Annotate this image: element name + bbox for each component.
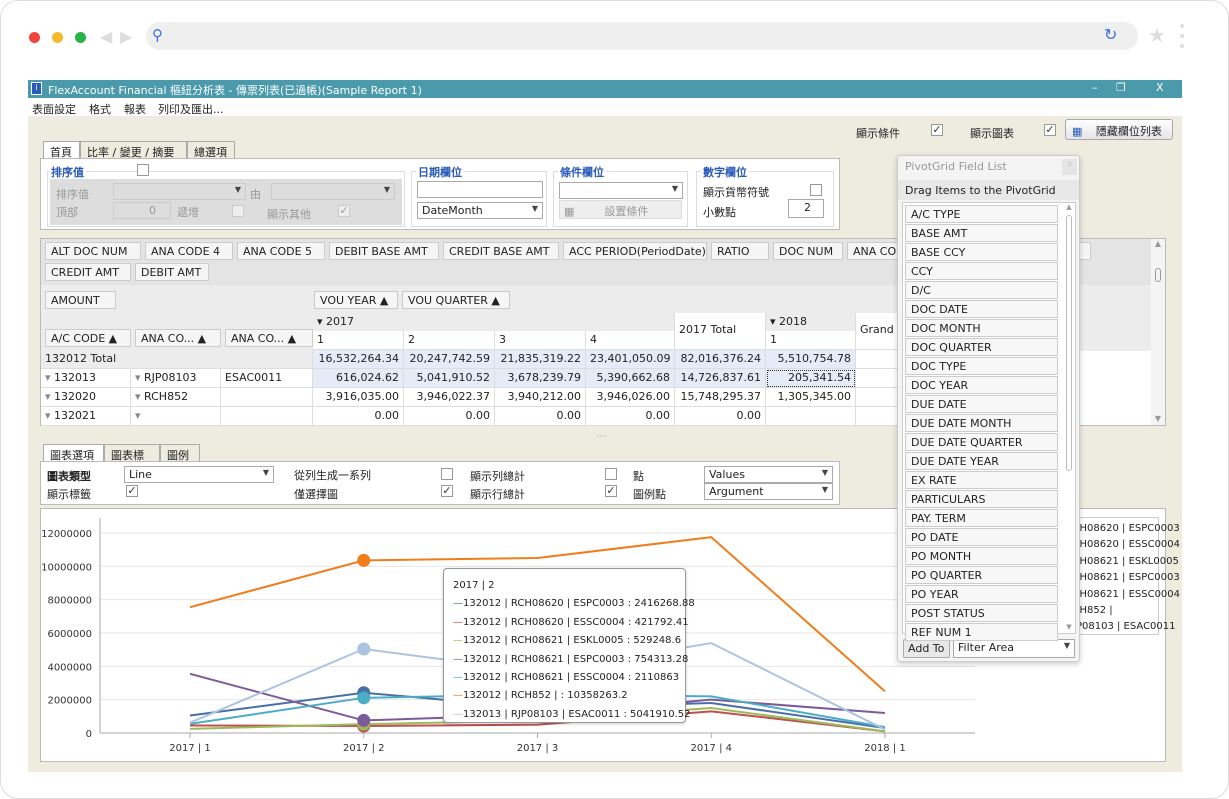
- field-list-item[interactable]: DOC YEAR: [905, 376, 1058, 394]
- field-list-title: PivotGrid Field List: [905, 160, 1007, 173]
- x-tick-label: 2017 | 1: [169, 743, 211, 754]
- field-list-item[interactable]: PO QUARTER: [905, 566, 1058, 584]
- add-to-area-select[interactable]: Filter Area ▼: [953, 639, 1075, 658]
- tooltip-line: —132012 | RCH08620 | ESSC0004 : 421792.4…: [453, 614, 689, 632]
- y-tick-label: 2000000: [47, 696, 92, 707]
- field-list-item[interactable]: CCY: [905, 262, 1058, 280]
- field-list-item[interactable]: BASE CCY: [905, 243, 1058, 261]
- field-list-item[interactable]: PAY. TERM: [905, 509, 1058, 527]
- add-to-button[interactable]: Add To: [903, 639, 950, 658]
- tooltip-title: 2017 | 2: [453, 580, 495, 591]
- field-list-item[interactable]: DUE DATE: [905, 395, 1058, 413]
- field-list-panel: PivotGrid Field List x Drag Items to the…: [897, 155, 1080, 662]
- field-list-item[interactable]: A/C TYPE: [905, 205, 1058, 223]
- field-list-item[interactable]: POST STATUS: [905, 604, 1058, 622]
- field-list-item[interactable]: D/C: [905, 281, 1058, 299]
- tooltip-marker: —: [453, 598, 463, 610]
- tooltip-line: —132012 | RCH08621 | ESPC0003 : 754313.2…: [453, 651, 688, 669]
- field-list-item[interactable]: BASE AMT: [905, 224, 1058, 242]
- y-tick-label: 10000000: [41, 562, 92, 573]
- tooltip-line: —132012 | RCH08620 | ESPC0003 : 2416268.…: [453, 595, 695, 613]
- tooltip-text: 132012 | RCH08621 | ESPC0003 : 754313.28: [463, 653, 689, 665]
- tooltip-line: —132012 | RCH852 | : 10358263.2: [453, 687, 676, 705]
- field-list-item[interactable]: PARTICULARS: [905, 490, 1058, 508]
- y-tick-label: 4000000: [47, 662, 92, 673]
- field-list-item[interactable]: DOC DATE: [905, 300, 1058, 318]
- x-tick-label: 2017 | 3: [517, 743, 559, 754]
- y-tick-label: 0: [86, 729, 92, 740]
- tooltip-text: 132013 | RJP08103 | ESAC0011 : 5041910.5…: [463, 708, 691, 720]
- series-point-highlight: [357, 642, 371, 656]
- add-to-area-value: Filter Area: [958, 641, 1015, 654]
- y-tick-label: 8000000: [47, 596, 92, 607]
- tooltip-marker: —: [453, 653, 463, 665]
- field-list-item[interactable]: EX RATE: [905, 471, 1058, 489]
- series-point-highlight: [357, 691, 371, 705]
- tooltip-marker: —: [453, 708, 463, 720]
- x-tick-label: 2017 | 4: [690, 743, 732, 754]
- series-point-highlight: [357, 553, 371, 567]
- tooltip-text: 132012 | RCH852 | : 10358263.2: [463, 690, 628, 702]
- field-list-close-button[interactable]: x: [1062, 159, 1077, 175]
- y-tick-label: 6000000: [47, 629, 92, 640]
- tooltip-marker: —: [453, 690, 463, 702]
- tooltip-marker: —: [453, 635, 463, 647]
- x-tick-label: 2017 | 2: [343, 743, 385, 754]
- field-list-item[interactable]: DUE DATE QUARTER: [905, 433, 1058, 451]
- field-list-item[interactable]: DOC QUARTER: [905, 338, 1058, 356]
- chart-tooltip: 2017 | 2 —132012 | RCH08620 | ESPC0003 :…: [443, 568, 695, 724]
- field-list-item[interactable]: DUE DATE MONTH: [905, 414, 1058, 432]
- tooltip-marker: —: [453, 616, 463, 628]
- field-list-hint: Drag Items to the PivotGrid: [898, 180, 1079, 200]
- field-list-item[interactable]: DUE DATE YEAR: [905, 452, 1058, 470]
- field-list-item[interactable]: REF NUM 1: [905, 623, 1058, 641]
- tooltip-line: —132012 | RCH08621 | ESKL0005 : 529248.6: [453, 632, 681, 650]
- field-list-item[interactable]: DOC MONTH: [905, 319, 1058, 337]
- tooltip-line: —132012 | RCH08621 | ESSC0004 : 2110863: [453, 669, 680, 687]
- tooltip-text: 132012 | RCH08620 | ESSC0004 : 421792.41: [463, 616, 689, 628]
- tooltip-line: —132013 | RJP08103 | ESAC0011 : 5041910.…: [453, 706, 690, 724]
- tooltip-text: 132012 | RCH08620 | ESPC0003 : 2416268.8…: [463, 598, 695, 610]
- field-list-item[interactable]: PO DATE: [905, 528, 1058, 546]
- x-tick-label: 2018 | 1: [864, 743, 906, 754]
- series-point-highlight: [357, 713, 371, 727]
- field-list-scrollbar[interactable]: ▲ ▼: [1063, 203, 1075, 633]
- tooltip-marker: —: [453, 672, 463, 684]
- field-list-item[interactable]: PO YEAR: [905, 585, 1058, 603]
- field-list-item[interactable]: DOC TYPE: [905, 357, 1058, 375]
- tooltip-text: 132012 | RCH08621 | ESSC0004 : 2110863: [463, 672, 680, 684]
- tooltip-text: 132012 | RCH08621 | ESKL0005 : 529248.6: [463, 635, 682, 647]
- field-list-item[interactable]: PO MONTH: [905, 547, 1058, 565]
- y-tick-label: 12000000: [41, 529, 92, 540]
